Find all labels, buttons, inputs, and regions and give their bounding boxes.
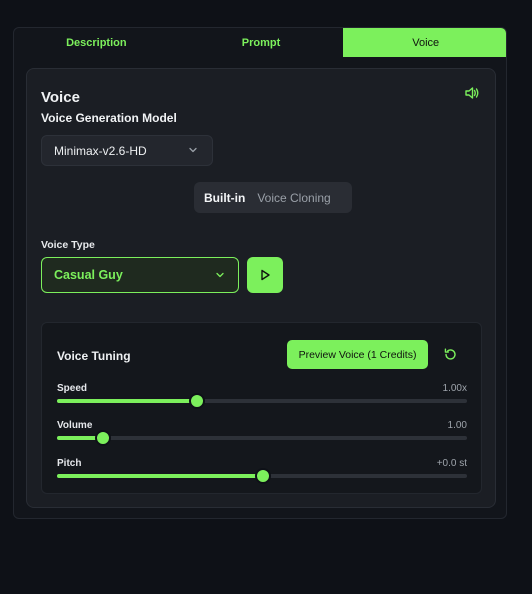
voice-heading: Voice [41, 89, 80, 106]
voice-card: Voice Voice Generation Model Minimax-v2.… [26, 68, 496, 508]
preview-voice-button[interactable]: Preview Voice (1 Credits) [287, 340, 428, 369]
pitch-slider[interactable] [57, 468, 467, 484]
pitch-slider-fill [57, 474, 262, 478]
mode-built-in-button[interactable]: Built-in [198, 191, 251, 205]
voice-tuning-section: Voice Tuning Preview Voice (1 Credits) S… [41, 322, 482, 494]
voice-type-select[interactable]: Casual Guy [41, 257, 239, 293]
volume-slider-thumb[interactable] [95, 430, 112, 446]
pitch-value: +0.0 st [436, 458, 467, 469]
voice-model-label: Voice Generation Model [41, 111, 177, 125]
speed-label: Speed [57, 383, 88, 394]
tab-prompt[interactable]: Prompt [179, 28, 344, 57]
speaker-icon[interactable] [464, 85, 480, 101]
voice-model-value: Minimax-v2.6-HD [54, 143, 147, 158]
pitch-slider-thumb[interactable] [255, 468, 271, 484]
volume-slider[interactable] [57, 430, 467, 446]
play-sample-button[interactable] [247, 257, 283, 293]
voice-tuning-title: Voice Tuning [57, 349, 131, 363]
voice-type-label: Voice Type [41, 239, 95, 251]
mode-voice-cloning-button[interactable]: Voice Cloning [251, 191, 336, 205]
speed-value: 1.00x [442, 383, 467, 394]
voice-mode-toggle: Built-in Voice Cloning [194, 182, 352, 213]
voice-model-select[interactable]: Minimax-v2.6-HD [41, 135, 213, 166]
pitch-label: Pitch [57, 458, 82, 469]
volume-label: Volume [57, 420, 93, 431]
volume-value: 1.00 [447, 420, 467, 431]
play-icon [261, 269, 270, 281]
chevron-down-icon [216, 272, 224, 278]
voice-type-value: Casual Guy [54, 268, 123, 282]
speed-slider[interactable] [57, 393, 467, 409]
reset-icon[interactable] [443, 347, 458, 362]
tab-description[interactable]: Description [14, 28, 179, 57]
speed-slider-thumb[interactable] [189, 393, 206, 409]
chevron-down-icon [189, 147, 197, 153]
speed-slider-fill [57, 399, 197, 403]
voice-settings-panel: Description Prompt Voice Voice Voice Gen… [13, 27, 507, 519]
tab-voice[interactable]: Voice [343, 28, 506, 57]
tab-bar: Description Prompt Voice [14, 28, 506, 57]
